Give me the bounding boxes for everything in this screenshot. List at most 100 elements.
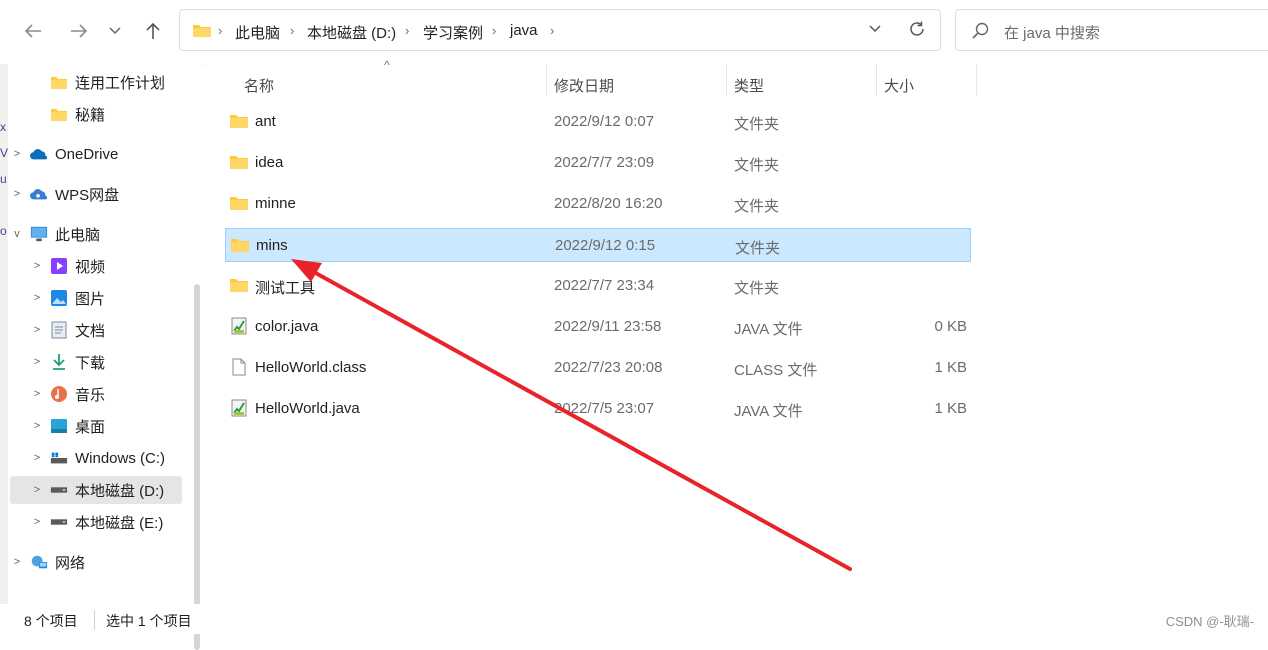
refresh-button[interactable] bbox=[908, 20, 926, 42]
sidebar-scrollbar[interactable] bbox=[194, 284, 200, 650]
sidebar-item-onedrive[interactable]: > OneDrive bbox=[10, 140, 182, 168]
address-bar[interactable]: › 此电脑 › 本地磁盘 (D:) › 学习案例 › java › bbox=[179, 9, 941, 51]
folder-icon bbox=[50, 105, 68, 123]
sidebar-item-drive-c[interactable]: > Windows (C:) bbox=[10, 444, 182, 472]
search-box[interactable]: 在 java 中搜索 bbox=[955, 9, 1268, 51]
breadcrumb-separator: › bbox=[290, 23, 295, 38]
file-date: 2022/8/20 16:20 bbox=[554, 195, 663, 212]
video-icon bbox=[50, 257, 68, 275]
file-size: 0 KB bbox=[934, 318, 967, 335]
file-row-ant[interactable]: ant 2022/9/12 0:07 文件夹 bbox=[225, 105, 971, 139]
search-input[interactable]: 在 java 中搜索 bbox=[1004, 22, 1100, 43]
clipped-glyph: u bbox=[0, 172, 7, 186]
chevron-right-icon[interactable]: > bbox=[30, 324, 44, 336]
sidebar-item-drive-d[interactable]: > 本地磁盘 (D:) bbox=[10, 476, 182, 504]
chevron-down-icon[interactable]: v bbox=[10, 228, 24, 240]
navigation-pane: 连用工作计划 秘籍 > OneDrive > WPS网盘 v 此电脑 > 视频 … bbox=[8, 64, 202, 650]
column-header-size[interactable]: 大小 bbox=[884, 70, 914, 100]
file-name: HelloWorld.class bbox=[255, 359, 367, 376]
file-row-helloworld-class[interactable]: HelloWorld.class 2022/7/23 20:08 CLASS 文… bbox=[225, 351, 971, 385]
up-button[interactable] bbox=[138, 16, 168, 46]
sidebar-item-documents[interactable]: > 文档 bbox=[10, 316, 182, 344]
forward-button[interactable] bbox=[64, 16, 94, 46]
breadcrumb-drive-d[interactable]: 本地磁盘 (D:) bbox=[307, 22, 396, 43]
sidebar-item-label: Windows (C:) bbox=[75, 449, 166, 467]
document-icon bbox=[50, 321, 68, 339]
file-name: ant bbox=[255, 113, 276, 130]
chevron-right-icon[interactable]: > bbox=[30, 516, 44, 528]
file-size: 1 KB bbox=[934, 359, 967, 376]
breadcrumb-study-cases[interactable]: 学习案例 bbox=[423, 22, 483, 43]
file-row-idea[interactable]: idea 2022/7/7 23:09 文件夹 bbox=[225, 146, 971, 180]
back-button[interactable] bbox=[18, 16, 48, 46]
file-date: 2022/7/7 23:34 bbox=[554, 277, 655, 294]
chevron-right-icon[interactable]: > bbox=[10, 188, 24, 200]
file-row-color-java[interactable]: color.java 2022/9/11 23:58 JAVA 文件 0 KB bbox=[225, 310, 971, 344]
file-name: color.java bbox=[255, 318, 319, 335]
column-header-type[interactable]: 类型 bbox=[734, 70, 764, 100]
picture-icon bbox=[50, 289, 68, 307]
file-type: CLASS 文件 bbox=[734, 362, 818, 379]
chevron-right-icon[interactable]: > bbox=[30, 452, 44, 464]
sidebar-item-downloads[interactable]: > 下载 bbox=[10, 348, 182, 376]
chevron-right-icon[interactable]: > bbox=[30, 484, 44, 496]
sidebar-item-videos[interactable]: > 视频 bbox=[10, 252, 182, 280]
toolbar: › 此电脑 › 本地磁盘 (D:) › 学习案例 › java › 在 java… bbox=[0, 0, 1268, 65]
file-row-mins[interactable]: mins 2022/9/12 0:15 文件夹 bbox=[225, 228, 971, 262]
chevron-right-icon[interactable]: > bbox=[30, 260, 44, 272]
file-type: 文件夹 bbox=[735, 240, 781, 257]
chevron-right-icon[interactable]: > bbox=[10, 148, 24, 160]
chevron-right-icon[interactable]: > bbox=[30, 292, 44, 304]
folder-icon bbox=[230, 115, 248, 128]
sidebar-item-label: 文档 bbox=[75, 322, 106, 340]
status-divider bbox=[94, 610, 95, 630]
column-header-name[interactable]: 名称 bbox=[244, 70, 274, 100]
chevron-right-icon[interactable]: > bbox=[30, 388, 44, 400]
sidebar-item-this-pc[interactable]: v 此电脑 bbox=[10, 220, 182, 248]
folder-icon bbox=[230, 156, 248, 169]
folder-icon bbox=[193, 25, 211, 37]
sidebar-item-wps-cloud[interactable]: > WPS网盘 bbox=[10, 180, 182, 208]
file-list: ^ 名称 修改日期 类型 大小 ant 2022/9/12 0:07 文件夹 i… bbox=[204, 58, 1268, 604]
column-header-date[interactable]: 修改日期 bbox=[554, 70, 614, 100]
sidebar-item-label: WPS网盘 bbox=[55, 186, 120, 204]
folder-icon bbox=[50, 73, 68, 91]
sidebar-item-label: 下载 bbox=[75, 354, 106, 372]
sidebar-item-music[interactable]: > 音乐 bbox=[10, 380, 182, 408]
file-row-test-tools[interactable]: 测试工具 2022/7/7 23:34 文件夹 bbox=[225, 269, 971, 303]
sidebar-item-label: 秘籍 bbox=[75, 106, 106, 124]
recent-locations-button[interactable] bbox=[102, 16, 128, 46]
sidebar-item-network[interactable]: > 网络 bbox=[10, 548, 182, 576]
chevron-right-icon[interactable]: > bbox=[30, 356, 44, 368]
address-history-dropdown[interactable] bbox=[868, 21, 882, 39]
column-divider[interactable] bbox=[876, 64, 877, 96]
sidebar-item-secrets[interactable]: 秘籍 bbox=[10, 100, 182, 128]
file-name: HelloWorld.java bbox=[255, 400, 360, 417]
breadcrumb-separator: › bbox=[550, 23, 555, 38]
folder-icon bbox=[230, 197, 248, 210]
sidebar-item-label: 桌面 bbox=[75, 418, 106, 436]
sidebar-item-drive-e[interactable]: > 本地磁盘 (E:) bbox=[10, 508, 182, 536]
file-type: 文件夹 bbox=[734, 157, 780, 174]
desktop-icon bbox=[50, 417, 68, 435]
sidebar-item-work-plan[interactable]: 连用工作计划 bbox=[10, 68, 182, 96]
download-icon bbox=[50, 353, 68, 371]
file-date: 2022/7/7 23:09 bbox=[554, 154, 655, 171]
sidebar-item-pictures[interactable]: > 图片 bbox=[10, 284, 182, 312]
sidebar-item-desktop[interactable]: > 桌面 bbox=[10, 412, 182, 440]
background-window-edge: x V u o bbox=[0, 64, 8, 604]
item-count: 8 个项目 bbox=[24, 613, 78, 629]
file-row-minne[interactable]: minne 2022/8/20 16:20 文件夹 bbox=[225, 187, 971, 221]
column-divider[interactable] bbox=[546, 64, 547, 96]
java-file-icon bbox=[231, 317, 247, 335]
file-size: 1 KB bbox=[934, 400, 967, 417]
chevron-right-icon[interactable]: > bbox=[30, 420, 44, 432]
column-divider[interactable] bbox=[976, 64, 977, 96]
breadcrumb-java[interactable]: java bbox=[510, 22, 538, 39]
file-type: 文件夹 bbox=[734, 116, 780, 133]
file-row-helloworld-java[interactable]: HelloWorld.java 2022/7/5 23:07 JAVA 文件 1… bbox=[225, 392, 971, 426]
chevron-right-icon[interactable]: > bbox=[10, 556, 24, 568]
file-name: idea bbox=[255, 154, 284, 171]
breadcrumb-this-pc[interactable]: 此电脑 bbox=[235, 22, 280, 43]
column-divider[interactable] bbox=[726, 64, 727, 96]
